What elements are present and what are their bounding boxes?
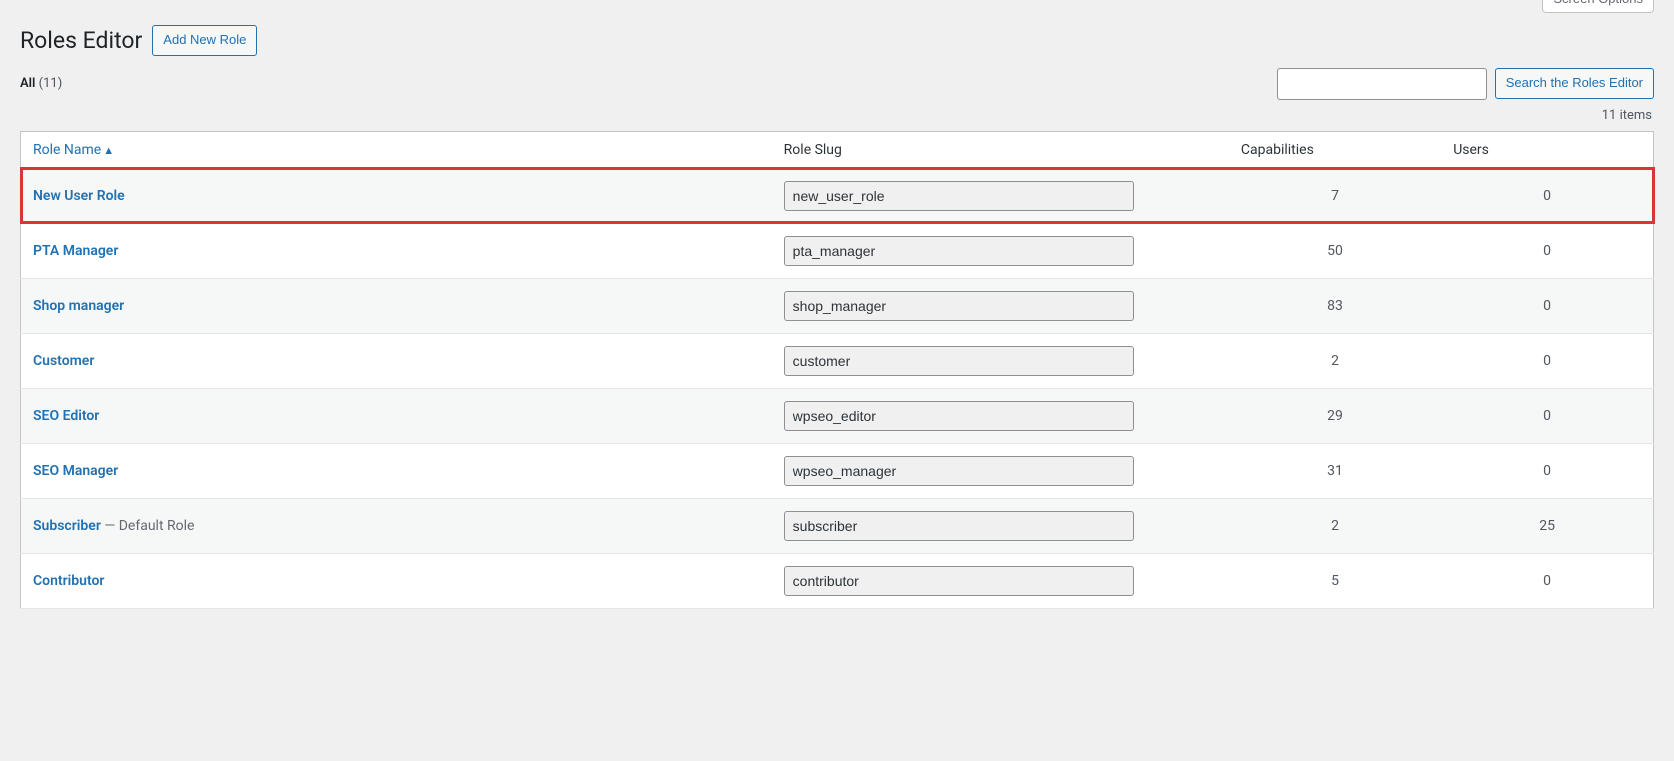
table-row: Shop manager 830 [21,278,1654,333]
role-capabilities: 7 [1229,168,1441,223]
items-count: 11 items [1602,108,1652,123]
role-name-link[interactable]: Customer [33,353,94,369]
role-users: 0 [1441,223,1653,278]
role-name-link[interactable]: SEO Editor [33,408,99,424]
role-slug-input[interactable] [784,511,1134,541]
role-slug-input[interactable] [784,291,1134,321]
table-row: SEO Editor 290 [21,388,1654,443]
role-capabilities: 2 [1229,498,1441,553]
role-capabilities: 50 [1229,223,1441,278]
filter-all-link[interactable]: All [20,76,35,91]
role-name-link[interactable]: Subscriber [33,518,101,534]
role-users: 0 [1441,443,1653,498]
role-slug-input[interactable] [784,236,1134,266]
role-name-link[interactable]: New User Role [33,188,125,204]
table-row: PTA Manager 500 [21,223,1654,278]
screen-options-button[interactable]: Screen Options [1542,0,1654,13]
role-name-link[interactable]: PTA Manager [33,243,118,259]
table-row: Subscriber — Default Role 225 [21,498,1654,553]
column-role-name[interactable]: Role Name▲ [21,131,772,168]
table-row: SEO Manager 310 [21,443,1654,498]
role-capabilities: 83 [1229,278,1441,333]
role-capabilities: 2 [1229,333,1441,388]
role-users: 0 [1441,333,1653,388]
role-users: 0 [1441,278,1653,333]
add-new-role-button[interactable]: Add New Role [152,25,257,56]
table-row: Contributor 50 [21,553,1654,608]
role-slug-input[interactable] [784,181,1134,211]
column-capabilities: Capabilities [1229,131,1441,168]
filter-all-count: (11) [39,76,63,91]
role-name-link[interactable]: SEO Manager [33,463,118,479]
role-slug-input[interactable] [784,401,1134,431]
role-name-link[interactable]: Contributor [33,573,104,589]
role-users: 0 [1441,553,1653,608]
role-users: 25 [1441,498,1653,553]
role-users: 0 [1441,388,1653,443]
page-title: Roles Editor [20,27,142,54]
table-row: Customer 20 [21,333,1654,388]
role-slug-input[interactable] [784,346,1134,376]
roles-table: Role Name▲ Role Slug Capabilities Users … [20,131,1654,609]
search-input[interactable] [1277,68,1487,100]
role-name-link[interactable]: Shop manager [33,298,124,314]
search-button[interactable]: Search the Roles Editor [1495,68,1654,99]
default-role-label: — Default Role [101,518,195,534]
role-slug-input[interactable] [784,566,1134,596]
role-slug-input[interactable] [784,456,1134,486]
role-users: 0 [1441,168,1653,223]
sort-asc-icon: ▲ [103,144,114,157]
role-capabilities: 5 [1229,553,1441,608]
column-role-slug: Role Slug [772,131,1229,168]
role-capabilities: 29 [1229,388,1441,443]
filter-links: All (11) [20,76,62,91]
column-users: Users [1441,131,1653,168]
table-row: New User Role 70 [21,168,1654,223]
role-capabilities: 31 [1229,443,1441,498]
